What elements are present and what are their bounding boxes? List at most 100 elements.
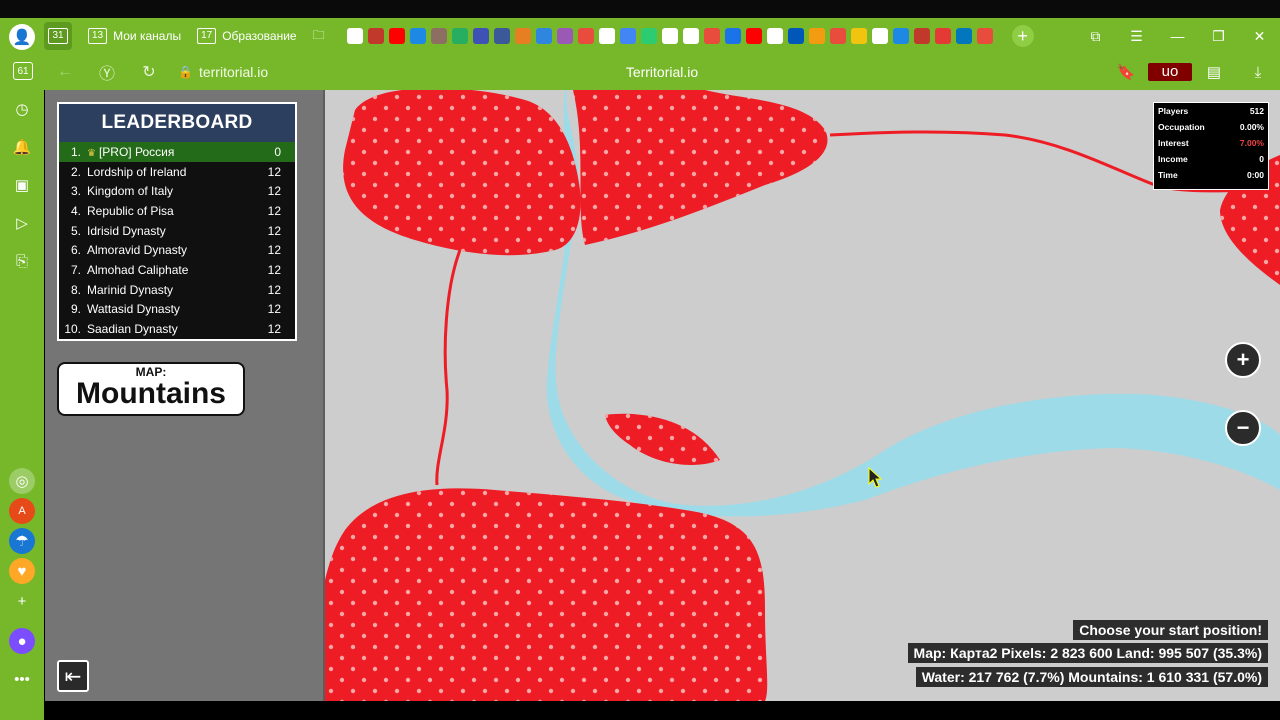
site-favicon-icon[interactable]: [746, 28, 763, 44]
site-favicon-icon[interactable]: [977, 28, 994, 44]
site-favicon-icon[interactable]: [578, 28, 595, 44]
site-favicon-icon[interactable]: [809, 28, 826, 44]
more-icon[interactable]: •••: [9, 666, 35, 692]
site-favicon-icon[interactable]: [557, 28, 574, 44]
screenshot-icon[interactable]: ⎘: [9, 248, 35, 274]
site-favicon-icon[interactable]: [725, 28, 742, 44]
leaderboard-player-label: Saadian Dynasty: [87, 322, 178, 337]
site-favicon-icon[interactable]: [767, 28, 784, 44]
stat-label: Occupation: [1158, 122, 1205, 132]
window-top-edge: [0, 0, 1280, 18]
site-favicon-icon[interactable]: [599, 28, 616, 44]
profile-avatar-icon[interactable]: 👤: [9, 24, 35, 50]
leaderboard-row: 8. Marinid Dynasty 12: [59, 280, 295, 300]
alice-assistant-icon[interactable]: ●: [9, 628, 35, 654]
leaderboard-player-label: Idrisid Dynasty: [87, 223, 166, 238]
menu-icon[interactable]: ☰: [1116, 28, 1157, 45]
tab-group-education[interactable]: 17 Образование: [189, 22, 305, 50]
site-favicon-icon[interactable]: [620, 28, 637, 44]
site-favicon-icon[interactable]: [935, 28, 952, 44]
map-info-line-2: Water: 217 762 (7.7%) Mountains: 1 610 3…: [915, 667, 1268, 687]
site-favicon-icon[interactable]: [683, 28, 700, 44]
site-favicon-icon[interactable]: [914, 28, 931, 44]
leaderboard-score: 12: [267, 243, 281, 258]
pinned-calendar-tab[interactable]: 31: [44, 22, 72, 50]
leaderboard-player-name: Republic of Pisa: [87, 204, 251, 218]
url-text[interactable]: territorial.io: [199, 64, 268, 80]
site-favicon-icon[interactable]: [872, 28, 889, 44]
site-favicon-icon[interactable]: [893, 28, 910, 44]
stat-row: Income 0: [1154, 151, 1268, 167]
history-icon[interactable]: ◷: [9, 96, 35, 122]
add-app-icon[interactable]: +: [9, 588, 35, 614]
leaderboard-player-label: Kingdom of Italy: [87, 184, 174, 199]
site-favicon-icon[interactable]: [494, 28, 511, 44]
collections-icon[interactable]: ▣: [9, 172, 35, 198]
store-app-icon[interactable]: ♥: [9, 558, 35, 584]
bookmark-icon[interactable]: 🔖: [1104, 63, 1148, 81]
stat-row: Time 0:00: [1154, 167, 1268, 183]
minimize-button[interactable]: —: [1157, 28, 1198, 44]
download-icon[interactable]: ⤓: [1236, 64, 1280, 81]
calendar-count: 61: [17, 65, 29, 77]
game-map[interactable]: [325, 90, 1280, 701]
leaderboard-row: 1. ♛ [PRO] Россия 0: [59, 142, 295, 162]
site-favicon-icon[interactable]: [389, 28, 406, 44]
exit-button[interactable]: ⇤: [57, 660, 89, 692]
site-favicon-icon[interactable]: [830, 28, 847, 44]
site-favicon-icon[interactable]: [515, 28, 532, 44]
weather-app-icon[interactable]: ☂: [9, 528, 35, 554]
leaderboard-rank: 4.: [70, 203, 81, 218]
stat-row: Players 512: [1154, 103, 1268, 119]
leaderboard-score: 12: [267, 322, 281, 337]
translate-app-icon[interactable]: A: [9, 498, 35, 524]
leaderboard-row: 7. Almohad Caliphate 12: [59, 260, 295, 280]
reader-icon[interactable]: ▤: [1192, 63, 1236, 81]
stat-label: Time: [1158, 170, 1178, 180]
site-favicon-icon[interactable]: [851, 28, 868, 44]
site-favicon-icon[interactable]: [431, 28, 448, 44]
bookmarks-panel-icon[interactable]: ⧉: [1075, 28, 1116, 45]
tab-group-label: Мои каналы: [113, 29, 182, 43]
ublock-extension-icon[interactable]: uo: [1148, 63, 1192, 81]
leaderboard-player-name: Wattasid Dynasty: [87, 302, 251, 316]
site-favicon-icon[interactable]: [641, 28, 658, 44]
notifications-bell-icon[interactable]: 🔔: [9, 134, 35, 160]
close-button[interactable]: ✕: [1239, 28, 1280, 45]
site-favicon-icon[interactable]: [704, 28, 721, 44]
site-favicon-icon[interactable]: [473, 28, 490, 44]
site-favicon-icon[interactable]: [347, 28, 364, 44]
yandex-icon[interactable]: Ⓨ: [86, 60, 128, 84]
game-left-panel: LEADERBOARD 1. ♛ [PRO] Россия 0 2. Lordship o…: [45, 90, 323, 701]
new-tab-button[interactable]: +: [1011, 25, 1034, 47]
video-play-icon[interactable]: ▷: [9, 210, 35, 236]
site-favicon-icon[interactable]: [536, 28, 553, 44]
site-favicon-icon[interactable]: [368, 28, 385, 44]
leaderboard-player-label: [PRO] Россия: [98, 144, 175, 159]
site-favicon-icon[interactable]: [662, 28, 679, 44]
leaderboard-rank: 5.: [70, 223, 81, 238]
sidebar-app-icon[interactable]: ◎: [9, 468, 35, 494]
leaderboard-player-name: Lordship of Ireland: [87, 165, 251, 179]
site-favicon-icon[interactable]: [788, 28, 805, 44]
zoom-in-button[interactable]: +: [1225, 342, 1261, 378]
address-bar: ← Ⓨ ↻ 🔒 territorial.io Territorial.io 🔖 …: [44, 54, 1280, 90]
stat-row: Occupation 0.00%: [1154, 119, 1268, 135]
site-favicon-icon[interactable]: [452, 28, 469, 44]
back-button[interactable]: ←: [44, 63, 86, 81]
stat-label: Players: [1158, 106, 1189, 116]
tab-group-count: 13: [88, 28, 108, 44]
tab-group-channels[interactable]: 13 Мои каналы: [80, 22, 189, 50]
leaderboard-player-label: Lordship of Ireland: [87, 164, 187, 179]
site-favicon-icon[interactable]: [410, 28, 427, 44]
crown-icon: ♛: [87, 147, 96, 159]
zoom-out-button[interactable]: −: [1225, 410, 1261, 446]
calendar-icon[interactable]: 61: [13, 62, 33, 80]
new-folder-tab[interactable]: 🗀: [305, 22, 333, 50]
map-name: Mountains: [76, 377, 226, 410]
restore-button[interactable]: ❐: [1198, 28, 1239, 45]
reload-button[interactable]: ↻: [128, 62, 170, 82]
game-area: LEADERBOARD 1. ♛ [PRO] Россия 0 2. Lordship o…: [45, 90, 1280, 701]
site-favicon-icon[interactable]: [956, 28, 973, 44]
leaderboard-player-name: ♛ [PRO] Россия: [87, 145, 251, 159]
